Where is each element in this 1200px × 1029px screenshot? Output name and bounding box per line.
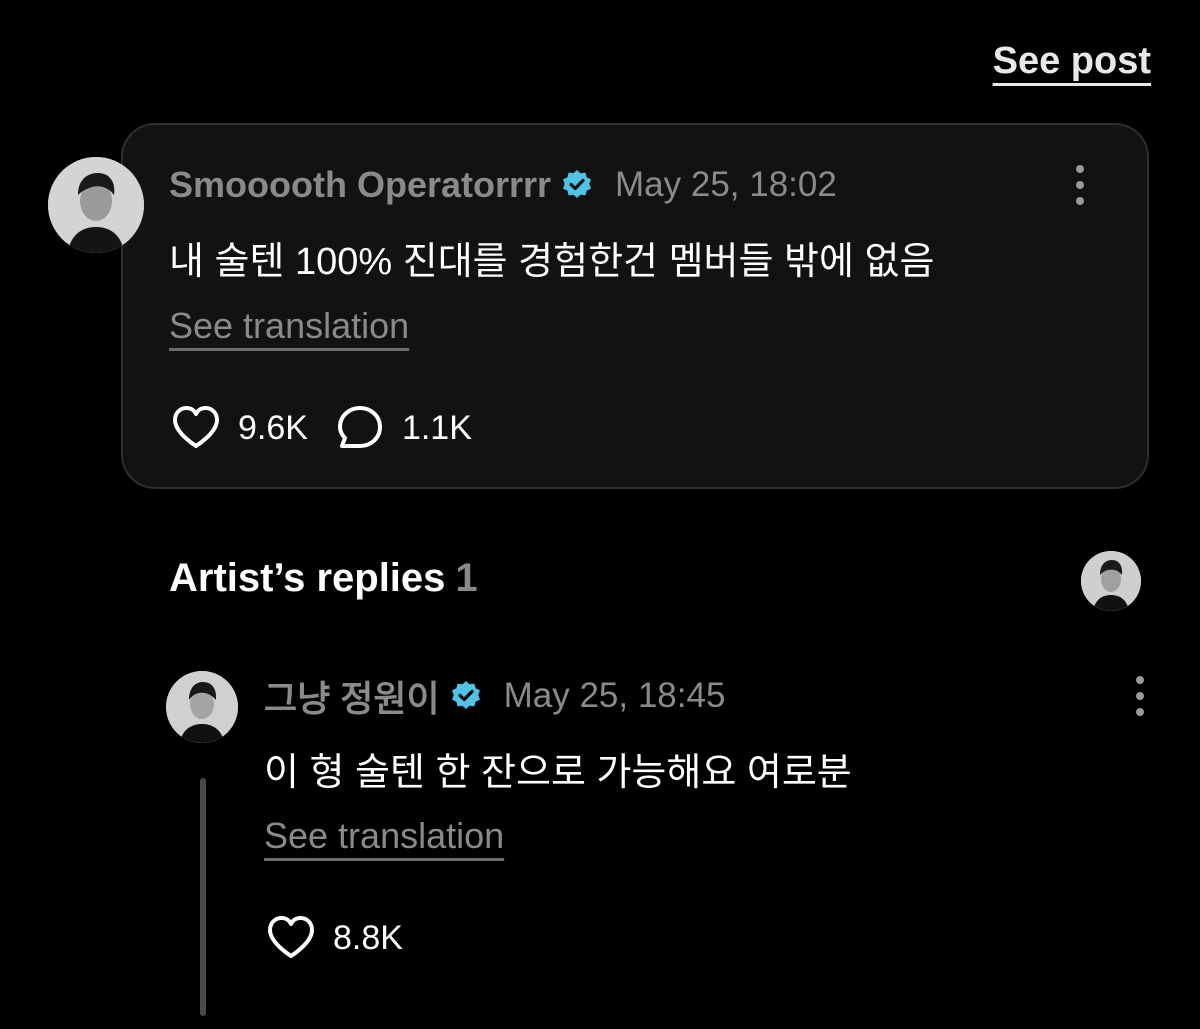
artist-replies-heading: Artist’s replies 1	[169, 556, 478, 601]
reply-timestamp: May 25, 18:45	[503, 676, 726, 715]
reply-see-translation-link[interactable]: See translation	[264, 815, 504, 857]
heart-icon	[265, 912, 317, 964]
verified-badge-icon	[561, 169, 593, 201]
post-stats: 9.6K 1.1K	[170, 402, 472, 454]
reply-stats: 8.8K	[265, 912, 403, 964]
reply-like-button[interactable]: 8.8K	[265, 912, 403, 964]
heart-icon	[170, 402, 222, 454]
reply-body: 이 형 술텐 한 잔으로 가능해요 여로분	[264, 752, 852, 794]
artist-replies-title: Artist’s replies	[169, 556, 446, 600]
reply-author-name[interactable]: 그냥 정원이	[264, 670, 440, 722]
reply-header: 그냥 정원이 May 25, 18:45	[264, 673, 725, 719]
reply-thread-line	[200, 778, 206, 1016]
post-comment-count: 1.1K	[401, 408, 472, 447]
reply-author-avatar[interactable]	[166, 671, 238, 743]
see-post-link[interactable]: See post	[993, 40, 1151, 83]
verified-badge-icon	[450, 680, 482, 712]
post-comment-button[interactable]: 1.1K	[334, 402, 472, 454]
artist-replies-count: 1	[455, 556, 478, 600]
reply-like-count: 8.8K	[333, 918, 403, 957]
avatar-photo	[1081, 551, 1141, 611]
reply-more-options-icon[interactable]	[1132, 676, 1148, 716]
avatar-photo	[48, 157, 144, 253]
post-body: 내 술텐 100% 진대를 경험한건 멤버들 밖에 없음	[169, 241, 935, 283]
post-timestamp: May 25, 18:02	[615, 165, 837, 204]
post-like-button[interactable]: 9.6K	[170, 402, 308, 454]
post-like-count: 9.6K	[238, 408, 308, 447]
post-author-avatar[interactable]	[48, 157, 144, 253]
post-header: Smooooth Operatorrrr May 25, 18:02	[169, 162, 837, 208]
post-more-options-icon[interactable]	[1072, 165, 1088, 205]
artist-avatar[interactable]	[1081, 551, 1141, 611]
post-see-translation-link[interactable]: See translation	[169, 305, 409, 347]
avatar-photo	[166, 671, 238, 743]
post-author-name[interactable]: Smooooth Operatorrrr	[169, 164, 551, 206]
comment-bubble-icon	[334, 402, 386, 454]
